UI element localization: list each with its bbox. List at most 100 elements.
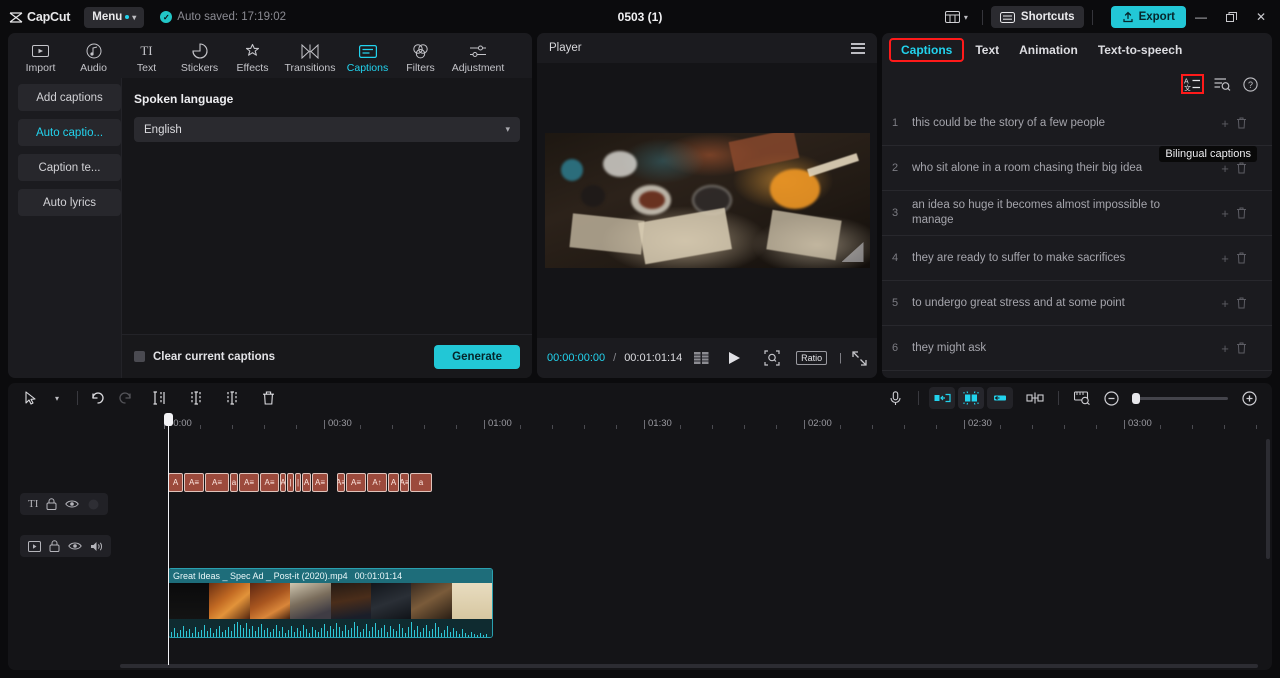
caption-row[interactable]: 5 to undergo great stress and at some po… xyxy=(882,281,1272,326)
trash-icon[interactable] xyxy=(1236,207,1258,219)
plus-icon[interactable]: + xyxy=(1214,251,1236,266)
menu-button[interactable]: Menu ▾ xyxy=(84,6,145,28)
text-clip[interactable]: A↑ xyxy=(367,473,387,492)
lock-icon[interactable] xyxy=(49,540,60,552)
tab-captions[interactable]: Captions xyxy=(888,38,965,62)
fullscreen-icon[interactable] xyxy=(852,350,867,366)
redo-button[interactable] xyxy=(111,387,137,409)
subnav-item-add-captions[interactable]: Add captions xyxy=(18,84,121,111)
export-button[interactable]: Export xyxy=(1110,6,1186,28)
caption-row[interactable]: 1 this could be the story of a few peopl… xyxy=(882,101,1272,146)
tool-audio[interactable]: Audio xyxy=(67,40,120,74)
generate-button[interactable]: Generate xyxy=(434,344,520,369)
maximize-button[interactable] xyxy=(1216,0,1246,34)
trash-icon[interactable] xyxy=(1236,162,1258,174)
text-clip[interactable]: A xyxy=(280,473,286,492)
tool-adjustment[interactable]: Adjustment xyxy=(447,40,509,74)
play-icon[interactable] xyxy=(728,351,741,365)
tool-captions[interactable]: Captions xyxy=(341,40,394,74)
tool-dropdown-button[interactable]: ▾ xyxy=(44,387,70,409)
text-clip[interactable]: a xyxy=(410,473,432,492)
eye-icon[interactable] xyxy=(68,541,82,551)
video-preview[interactable] xyxy=(544,133,870,268)
caption-text[interactable]: an idea so huge it becomes almost imposs… xyxy=(912,198,1214,228)
trash-icon[interactable] xyxy=(1236,252,1258,264)
crop-button[interactable] xyxy=(958,387,984,409)
text-clip[interactable]: A≡ xyxy=(205,473,229,492)
playhead-handle[interactable] xyxy=(164,413,173,426)
close-button[interactable]: ✕ xyxy=(1246,0,1276,34)
plus-icon[interactable]: + xyxy=(1214,206,1236,221)
caption-text[interactable]: this could be the story of a few people xyxy=(912,116,1214,131)
subnav-item-caption-templates[interactable]: Caption te... xyxy=(18,154,121,181)
caption-text[interactable]: to undergo great stress and at some poin… xyxy=(912,296,1214,311)
text-clip[interactable]: | xyxy=(287,473,294,492)
select-tool-button[interactable] xyxy=(18,387,44,409)
caption-text[interactable]: they might ask xyxy=(912,341,1214,356)
text-clip[interactable]: A xyxy=(302,473,311,492)
tool-effects[interactable]: Effects xyxy=(226,40,279,74)
text-clip[interactable]: | xyxy=(295,473,301,492)
spoken-language-select[interactable]: English ▾ xyxy=(134,117,520,142)
eye-icon[interactable] xyxy=(65,499,80,509)
find-replace-icon[interactable] xyxy=(1214,77,1231,91)
undo-button[interactable] xyxy=(85,387,111,409)
tool-import[interactable]: Import xyxy=(14,40,67,74)
trim-left-button[interactable] xyxy=(183,387,209,409)
lock-icon[interactable] xyxy=(46,498,57,510)
tool-stickers[interactable]: Stickers xyxy=(173,40,226,74)
timeline-horizontal-scrollbar[interactable] xyxy=(120,664,1258,668)
tab-text-to-speech[interactable]: Text-to-speech xyxy=(1088,40,1192,60)
text-clip[interactable]: A xyxy=(388,473,399,492)
caption-row[interactable]: 3 an idea so huge it becomes almost impo… xyxy=(882,191,1272,236)
text-clip[interactable]: a xyxy=(230,473,238,492)
zoom-in-icon[interactable] xyxy=(1236,387,1262,409)
zoom-slider[interactable] xyxy=(1132,392,1228,404)
tool-text[interactable]: TI Text xyxy=(120,40,173,74)
shortcuts-button[interactable]: Shortcuts xyxy=(990,6,1084,28)
caption-text[interactable]: they are ready to suffer to make sacrifi… xyxy=(912,251,1214,266)
text-clip[interactable]: A xyxy=(168,473,183,492)
plus-icon[interactable]: + xyxy=(1214,161,1236,176)
text-clip[interactable]: A≡ xyxy=(400,473,409,492)
trim-right-button[interactable] xyxy=(219,387,245,409)
hamburger-icon[interactable] xyxy=(851,42,865,54)
timeline-view-button[interactable] xyxy=(1069,387,1095,409)
mirror-button[interactable] xyxy=(929,387,955,409)
zoom-slider-knob[interactable] xyxy=(1132,392,1140,404)
text-clip[interactable]: A≡ xyxy=(346,473,366,492)
record-voiceover-button[interactable] xyxy=(882,387,908,409)
tab-text[interactable]: Text xyxy=(965,40,1009,60)
subnav-item-auto-captions[interactable]: Auto captio... xyxy=(18,119,121,146)
trash-icon[interactable] xyxy=(1236,117,1258,129)
help-icon[interactable]: ? xyxy=(1243,76,1258,92)
plus-icon[interactable]: + xyxy=(1214,341,1236,356)
subnav-item-auto-lyrics[interactable]: Auto lyrics xyxy=(18,189,121,216)
trash-icon[interactable] xyxy=(1236,342,1258,354)
bilingual-captions-icon[interactable]: A文 xyxy=(1181,74,1204,94)
timeline-ruler[interactable]: 00:00 00:30 01:00 01:30 02:00 02:30 03:0… xyxy=(120,413,1272,435)
plus-icon[interactable]: + xyxy=(1214,116,1236,131)
split-button[interactable] xyxy=(147,387,173,409)
zoom-out-icon[interactable] xyxy=(1098,387,1124,409)
ratio-button[interactable]: Ratio xyxy=(796,351,828,365)
tab-animation[interactable]: Animation xyxy=(1009,40,1088,60)
minimize-button[interactable]: — xyxy=(1186,0,1216,34)
tool-filters[interactable]: Filters xyxy=(394,40,447,74)
split-marker-button[interactable] xyxy=(1022,387,1048,409)
trash-icon[interactable] xyxy=(1236,297,1258,309)
text-clip[interactable]: A≡ xyxy=(184,473,204,492)
zoom-preview-icon[interactable] xyxy=(764,350,780,366)
tool-transitions[interactable]: Transitions xyxy=(279,40,341,74)
layout-switch-button[interactable]: ▾ xyxy=(939,8,974,26)
caption-row[interactable]: 4 they are ready to suffer to make sacri… xyxy=(882,236,1272,281)
caption-text[interactable]: who sit alone in a room chasing their bi… xyxy=(912,161,1214,176)
text-clip[interactable]: A≡ xyxy=(337,473,345,492)
clear-current-captions-checkbox[interactable] xyxy=(134,351,145,362)
plus-icon[interactable]: + xyxy=(1214,296,1236,311)
timeline-vertical-scrollbar[interactable] xyxy=(1266,439,1270,559)
frames-icon[interactable] xyxy=(694,352,711,364)
delete-clip-button[interactable] xyxy=(255,387,281,409)
volume-icon[interactable] xyxy=(90,541,103,552)
freeze-button[interactable] xyxy=(987,387,1013,409)
